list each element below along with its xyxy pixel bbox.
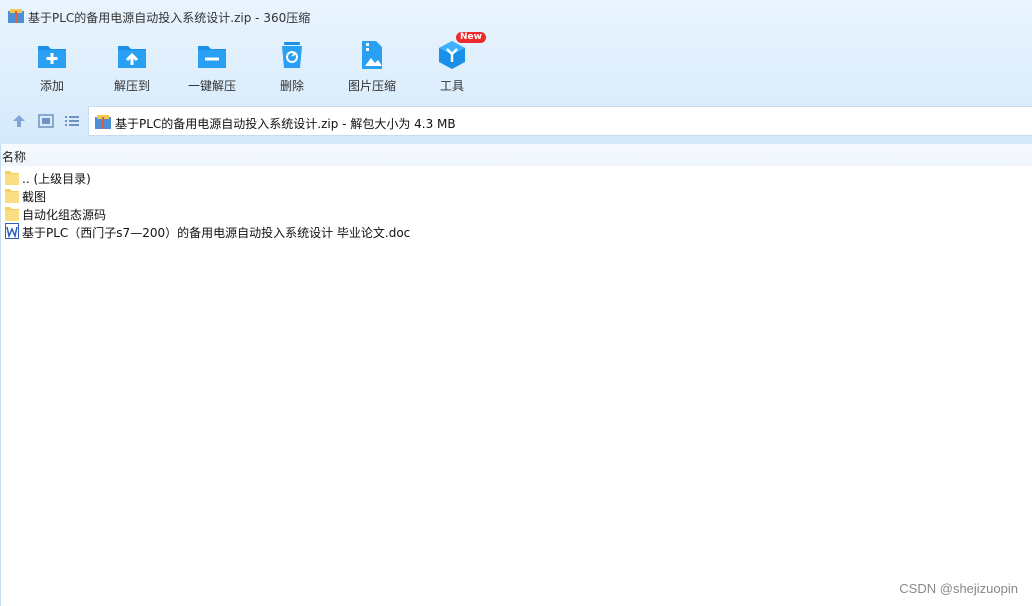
navigation-bar: 基于PLC的备用电源自动投入系统设计.zip - 解包大小为 4.3 MB: [0, 106, 1032, 136]
main-toolbar: 添加 解压到 一键解压 删除 图片压缩 New 工具: [0, 32, 1032, 98]
list-item[interactable]: .. (上级目录): [3, 168, 603, 186]
list-item-name: 截图: [22, 190, 47, 204]
recycle-bin-icon: [282, 42, 302, 68]
add-button[interactable]: 添加: [12, 36, 92, 98]
window-title: 基于PLC的备用电源自动投入系统设计.zip - 360压缩: [28, 11, 311, 25]
word-document-icon: [5, 223, 19, 239]
path-text: 基于PLC的备用电源自动投入系统设计.zip - 解包大小为 4.3 MB: [115, 117, 456, 131]
list-item-name: .. (上级目录): [22, 172, 91, 186]
list-item[interactable]: 自动化组态源码: [3, 204, 603, 222]
list-item-name: 自动化组态源码: [22, 208, 107, 222]
one-click-extract-icon: [198, 46, 226, 68]
column-name-header[interactable]: 名称: [2, 148, 26, 165]
image-compress-label: 图片压缩: [347, 79, 396, 93]
image-compress-button[interactable]: 图片压缩: [332, 36, 412, 98]
file-list: 名称 .. (上级目录) 截图 自动化组态源码 基于PLC（西门子s7—200）…: [0, 144, 1032, 606]
tools-button[interactable]: New 工具: [412, 32, 492, 98]
zip-archive-icon: [8, 9, 24, 23]
one-click-extract-button[interactable]: 一键解压: [172, 36, 252, 98]
zip-archive-icon: [95, 115, 111, 129]
add-folder-icon: [38, 46, 66, 68]
list-view-icon[interactable]: [64, 113, 80, 129]
up-arrow-icon[interactable]: [11, 113, 27, 129]
title-bar: 基于PLC的备用电源自动投入系统设计.zip - 360压缩: [0, 0, 1032, 32]
column-header: 名称: [1, 144, 1032, 166]
tools-icon: [439, 41, 465, 69]
extract-to-label: 解压到: [113, 79, 150, 93]
list-item[interactable]: 基于PLC（西门子s7—200）的备用电源自动投入系统设计 毕业论文.doc: [3, 222, 603, 240]
extract-to-button[interactable]: 解压到: [92, 36, 172, 98]
folder-icon: [5, 189, 19, 203]
extract-to-icon: [118, 46, 146, 68]
folder-icon: [5, 207, 19, 221]
list-item[interactable]: 截图: [3, 186, 603, 204]
top-panel: 基于PLC的备用电源自动投入系统设计.zip - 360压缩 添加 解压到 一键…: [0, 0, 1032, 144]
thumbnail-view-icon[interactable]: [38, 113, 54, 129]
new-badge: New: [456, 32, 486, 43]
add-label: 添加: [39, 79, 64, 93]
tools-label: 工具: [439, 79, 464, 93]
delete-label: 删除: [279, 79, 304, 93]
folder-icon: [5, 171, 19, 185]
delete-button[interactable]: 删除: [252, 36, 332, 98]
image-compress-icon: [362, 41, 382, 69]
watermark: CSDN @shejizuopin: [899, 581, 1018, 596]
list-item-name: 基于PLC（西门子s7—200）的备用电源自动投入系统设计 毕业论文.doc: [22, 226, 411, 240]
path-bar[interactable]: 基于PLC的备用电源自动投入系统设计.zip - 解包大小为 4.3 MB: [88, 106, 1032, 136]
one-click-extract-label: 一键解压: [187, 79, 236, 93]
